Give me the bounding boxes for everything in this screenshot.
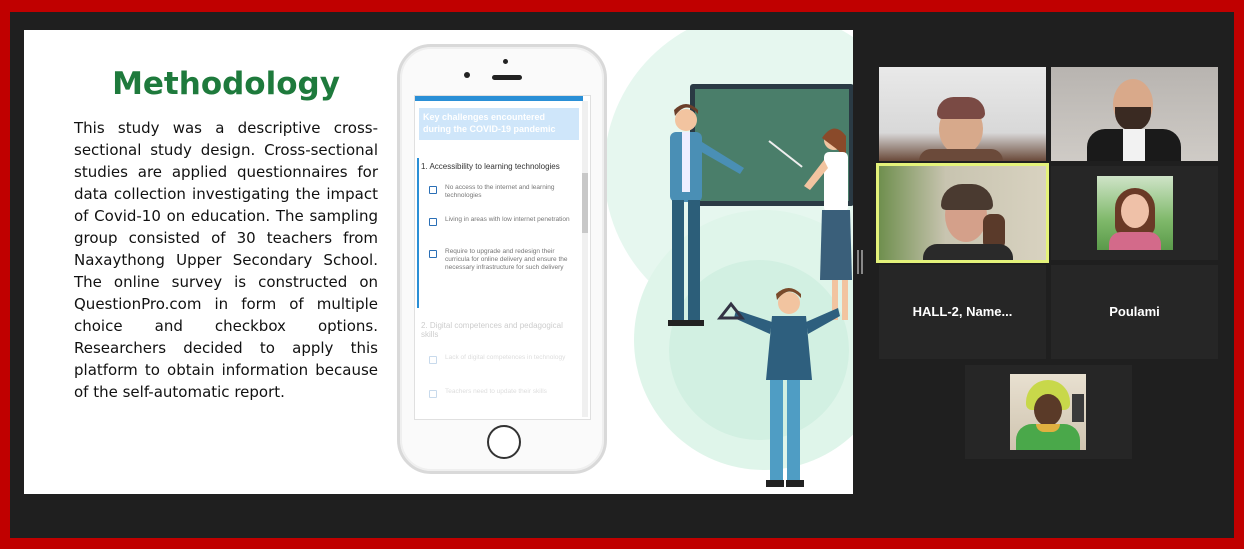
participant-video [1010, 374, 1086, 450]
screen-scrollbar [582, 101, 588, 417]
option-label: Require to upgrade and redesign their cu… [445, 248, 568, 271]
participant-video [879, 166, 1046, 260]
option-label: Living in areas with low internet penetr… [445, 216, 570, 223]
participant-name: Poulami [1109, 304, 1160, 319]
phone-camera-icon [503, 59, 508, 64]
participant-video [879, 67, 1046, 161]
scrollbar-thumb [582, 173, 588, 233]
participant-tile[interactable] [1051, 67, 1218, 161]
phone-sensor-icon [464, 72, 470, 78]
survey-option: Teachers need to update their skills [429, 388, 579, 398]
question-title: 2. Digital competences and pedagogical s… [421, 321, 563, 339]
participant-hair [941, 184, 993, 210]
participant-body [1109, 232, 1161, 250]
question-title: 1. Accessibility to learning technologie… [421, 162, 560, 171]
shared-screen-slide: Methodology This study was a descriptive… [24, 30, 853, 494]
survey-option: No access to the internet and learning t… [429, 184, 579, 200]
participant-beard [1115, 107, 1151, 131]
participant-video [1097, 176, 1173, 250]
survey-option: Living in areas with low internet penetr… [429, 216, 579, 226]
participant-tile[interactable] [1051, 166, 1218, 260]
participant-tile[interactable]: Poulami [1051, 265, 1218, 359]
participant-tile[interactable] [879, 67, 1046, 161]
participant-name: HALL-2, Name... [912, 304, 1013, 319]
question-accent-line [417, 158, 419, 308]
phone-speaker-icon [492, 75, 522, 80]
teachers-illustration [668, 104, 852, 487]
participant-tile-active-speaker[interactable] [876, 163, 1049, 263]
participant-body [923, 244, 1013, 260]
checkbox-icon [429, 250, 437, 258]
background-screen [1072, 394, 1084, 422]
survey-option: Lack of digital competences in technolog… [429, 354, 579, 364]
slide-body-text: This study was a descriptive cross-secti… [74, 119, 378, 401]
zoom-meeting-window: Methodology This study was a descriptive… [10, 12, 1234, 538]
checkbox-icon [429, 356, 437, 364]
option-label: Teachers need to update their skills [445, 388, 547, 395]
participant-head [1034, 394, 1062, 426]
checkbox-icon [429, 186, 437, 194]
screen-header-bar [415, 96, 583, 101]
participant-video [1051, 67, 1218, 161]
phone-home-button-icon [487, 425, 521, 459]
survey-banner: Key challenges encountered during the CO… [419, 108, 579, 140]
survey-option: Require to upgrade and redesign their cu… [429, 248, 579, 272]
checkbox-icon [429, 218, 437, 226]
participant-tile[interactable]: HALL-2, Name... [879, 265, 1046, 359]
participant-hair [937, 97, 985, 119]
participant-head [1121, 194, 1149, 228]
checkbox-icon [429, 390, 437, 398]
option-label: Lack of digital competences in technolog… [445, 354, 566, 361]
participant-collar [1123, 129, 1145, 161]
panel-resize-handle[interactable] [857, 250, 863, 274]
phone-illustration: Key challenges encountered during the CO… [397, 44, 607, 474]
option-label: No access to the internet and learning t… [445, 184, 555, 199]
phone-screen: Key challenges encountered during the CO… [414, 95, 591, 420]
slide-title: Methodology [112, 66, 340, 102]
participant-body [919, 149, 1003, 161]
participant-tile[interactable] [965, 365, 1132, 459]
